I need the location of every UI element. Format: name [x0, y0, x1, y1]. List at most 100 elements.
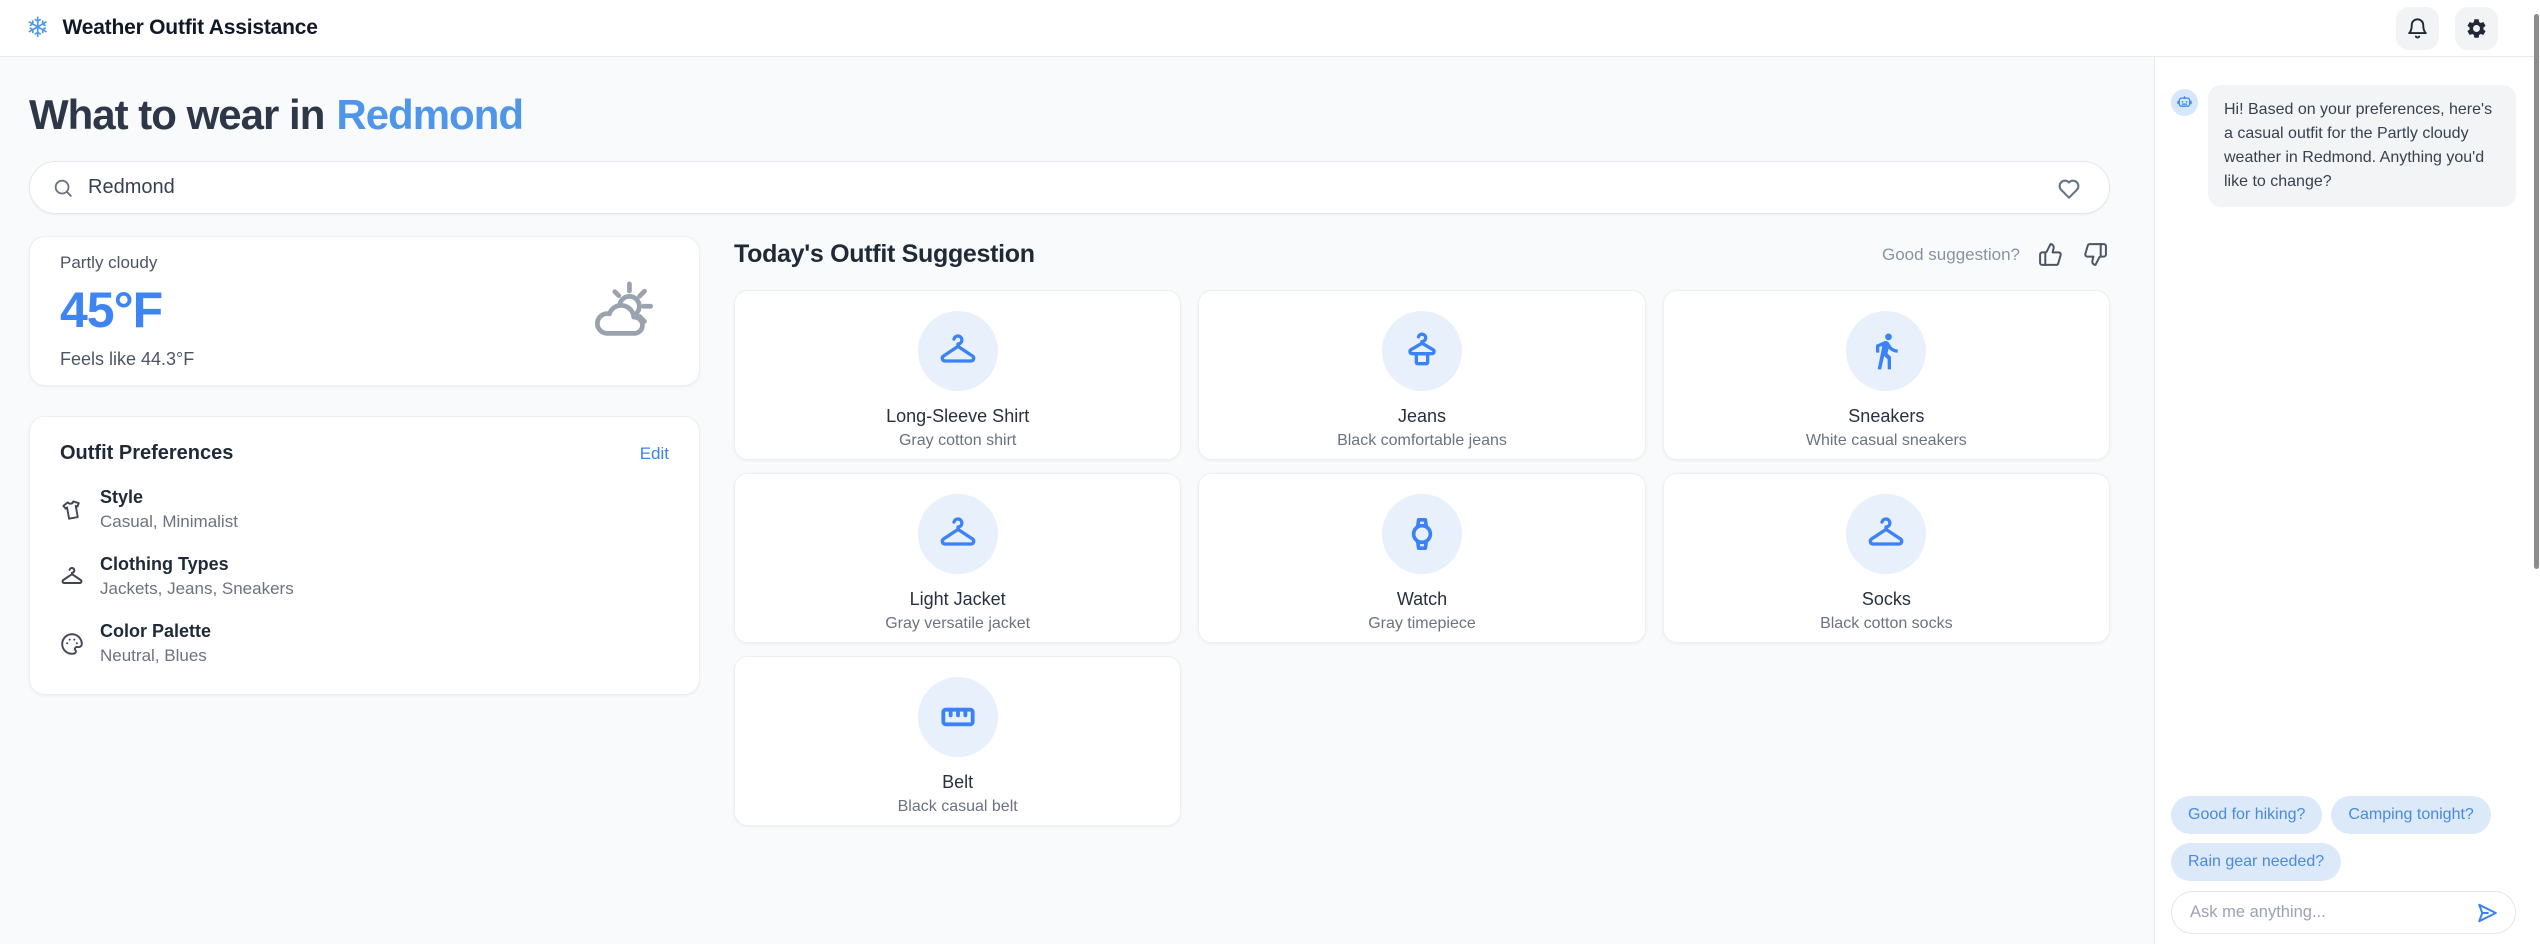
search-icon: [52, 177, 74, 199]
pref-item-value: Casual, Minimalist: [100, 512, 238, 532]
weather-feels-like: Feels like 44.3°F: [60, 349, 194, 370]
outfit-card-subtitle: Black casual belt: [735, 798, 1180, 816]
outfit-icon-circle: [918, 677, 998, 757]
thumbs-down-button[interactable]: [2081, 240, 2110, 269]
palette-icon: [60, 632, 84, 656]
send-button[interactable]: [2473, 899, 2501, 927]
preference-icon-slot: [60, 498, 84, 522]
outfit-icon-circle: [918, 311, 998, 391]
bot-icon-slot: [2176, 94, 2193, 111]
outfit-icon-slot: [1866, 331, 1906, 371]
location-search-bar: [29, 161, 2110, 214]
page-title-prefix: What to wear in: [29, 91, 324, 138]
outfit-icon-circle: [918, 494, 998, 574]
outfit-card[interactable]: Long-Sleeve Shirt Gray cotton shirt: [734, 290, 1181, 460]
preference-icon-slot: [60, 632, 84, 656]
preferences-card: Outfit Preferences Edit Style Casual, Mi…: [29, 416, 700, 695]
outfit-card-subtitle: White casual sneakers: [1664, 432, 2109, 450]
preference-icon-slot: [60, 565, 84, 589]
bot-avatar: [2171, 89, 2198, 116]
snowflake-logo-icon: ❄: [26, 14, 49, 42]
outfit-icon-slot: [1402, 514, 1442, 554]
pref-item-label: Clothing Types: [100, 554, 294, 575]
outfit-icon-slot: [1402, 331, 1442, 371]
heart-icon: [2055, 174, 2083, 202]
outfit-card-subtitle: Black comfortable jeans: [1199, 432, 1644, 450]
outfit-card[interactable]: Jeans Black comfortable jeans: [1198, 290, 1645, 460]
preference-item: Clothing Types Jackets, Jeans, Sneakers: [60, 554, 669, 599]
chat-message: Hi! Based on your preferences, here's a …: [2208, 85, 2516, 207]
scrollbar-thumb[interactable]: [2534, 14, 2539, 569]
outfit-card[interactable]: Watch Gray timepiece: [1198, 473, 1645, 643]
hanger-garment-icon: [1402, 331, 1442, 371]
outfit-icon-circle: [1846, 494, 1926, 574]
app-header: ❄ Weather Outfit Assistance: [0, 0, 2540, 57]
brand: ❄ Weather Outfit Assistance: [26, 14, 318, 42]
suggestion-feedback: Good suggestion?: [1882, 240, 2110, 269]
outfit-card-title: Sneakers: [1664, 406, 2109, 427]
weather-icon-slot: [587, 278, 653, 344]
chat-suggestion-chip[interactable]: Camping tonight?: [2331, 796, 2490, 834]
main-content: What to wear in Redmond Partly cloudy 45°…: [0, 57, 2154, 944]
pref-item-value: Neutral, Blues: [100, 646, 211, 666]
walking-person-icon: [1866, 331, 1906, 371]
hanger-icon: [1866, 514, 1906, 554]
settings-button[interactable]: [2455, 7, 2498, 50]
chat-suggestion-chips: Good for hiking?Camping tonight? Rain gea…: [2171, 796, 2516, 881]
chat-input[interactable]: [2190, 903, 2465, 922]
favorite-button[interactable]: [2051, 170, 2087, 206]
robot-icon: [2176, 94, 2193, 111]
outfit-icon-circle: [1846, 311, 1926, 391]
send-icon: [2475, 901, 2499, 925]
outfit-card-title: Socks: [1664, 589, 2109, 610]
chat-suggestion-chip[interactable]: Good for hiking?: [2171, 796, 2322, 834]
gear-icon: [2465, 17, 2488, 40]
hanger-icon: [60, 565, 84, 589]
outfit-card-title: Long-Sleeve Shirt: [735, 406, 1180, 427]
weather-card: Partly cloudy 45°F Feels like 44.3°F: [29, 236, 700, 386]
outfit-card-title: Watch: [1199, 589, 1644, 610]
header-actions: [2396, 7, 2498, 50]
hanger-icon: [938, 514, 978, 554]
outfit-card-subtitle: Black cotton socks: [1664, 615, 2109, 633]
preferences-list: Style Casual, Minimalist Clothing Types …: [60, 487, 669, 666]
outfit-card[interactable]: Light Jacket Gray versatile jacket: [734, 473, 1181, 643]
outfit-icon-slot: [938, 331, 978, 371]
ruler-icon: [938, 697, 978, 737]
outfit-card-title: Jeans: [1199, 406, 1644, 427]
outfit-icon-slot: [938, 514, 978, 554]
outfit-card-subtitle: Gray versatile jacket: [735, 615, 1180, 633]
outfit-icon-circle: [1382, 311, 1462, 391]
preference-item: Style Casual, Minimalist: [60, 487, 669, 532]
watch-icon: [1402, 514, 1442, 554]
outfit-card[interactable]: Socks Black cotton socks: [1663, 473, 2110, 643]
weather-condition: Partly cloudy: [60, 253, 194, 273]
pref-item-label: Style: [100, 487, 238, 508]
page-title-city: Redmond: [336, 91, 523, 138]
outfit-icon-circle: [1382, 494, 1462, 574]
app-title: Weather Outfit Assistance: [62, 16, 317, 40]
pref-item-label: Color Palette: [100, 621, 211, 642]
bell-icon: [2406, 17, 2429, 40]
thumbs-up-button[interactable]: [2036, 240, 2065, 269]
edit-preferences-button[interactable]: Edit: [640, 444, 669, 464]
chat-suggestion-chip[interactable]: Rain gear needed?: [2171, 843, 2341, 881]
outfit-card-subtitle: Gray cotton shirt: [735, 432, 1180, 450]
outfit-card[interactable]: Sneakers White casual sneakers: [1663, 290, 2110, 460]
notifications-button[interactable]: [2396, 7, 2439, 50]
outfit-card[interactable]: Belt Black casual belt: [734, 656, 1181, 826]
feedback-label: Good suggestion?: [1882, 245, 2020, 265]
page-title: What to wear in Redmond: [29, 91, 2110, 139]
thumbs-up-icon: [2038, 242, 2063, 267]
chat-panel: Hi! Based on your preferences, here's a …: [2154, 57, 2540, 944]
suggestion-title: Today's Outfit Suggestion: [734, 240, 1035, 269]
search-input[interactable]: [88, 176, 2037, 199]
chat-message-row: Hi! Based on your preferences, here's a …: [2171, 85, 2516, 207]
outfit-icon-slot: [938, 697, 978, 737]
weather-temperature: 45°F: [60, 281, 194, 339]
sun-behind-cloud-icon: [587, 278, 653, 344]
shirt-icon: [60, 498, 84, 522]
pref-item-value: Jackets, Jeans, Sneakers: [100, 579, 294, 599]
preferences-title: Outfit Preferences: [60, 442, 233, 465]
outfit-cards-grid: Long-Sleeve Shirt Gray cotton shirt Jean…: [734, 290, 2110, 826]
